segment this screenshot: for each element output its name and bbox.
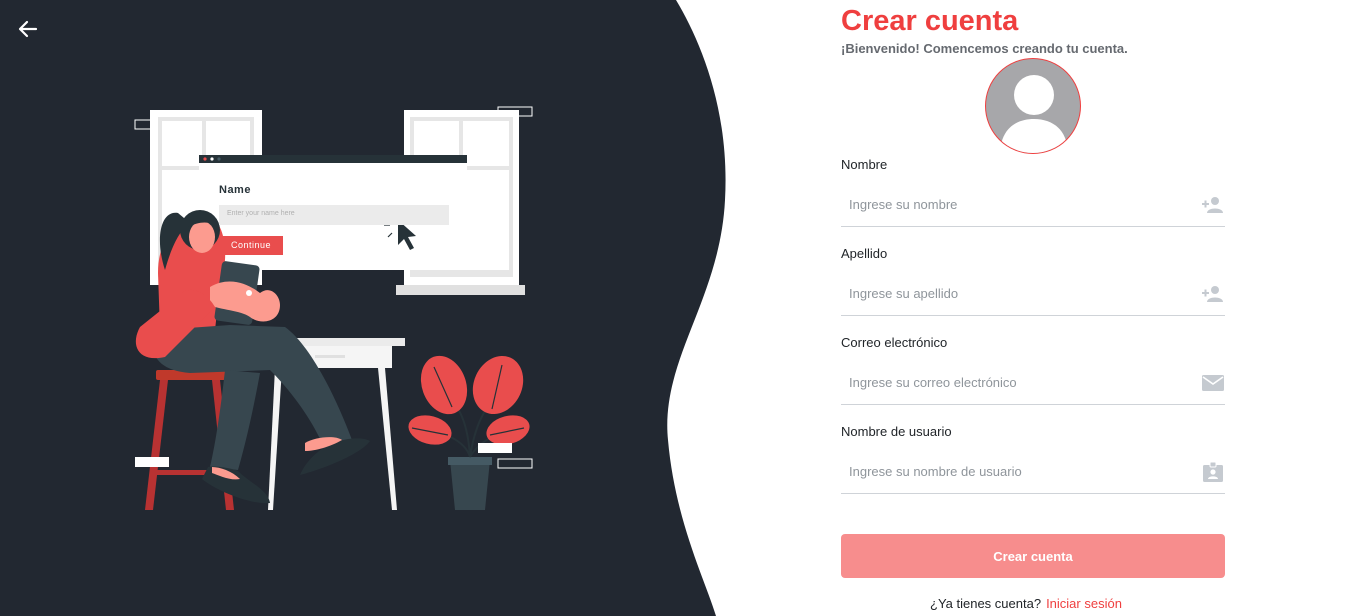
signup-illustration: Name Enter your name here Continue bbox=[120, 95, 540, 515]
back-button[interactable] bbox=[14, 15, 42, 43]
illustration-art bbox=[134, 106, 533, 510]
login-prompt-line: ¿Ya tienes cuenta? Iniciar sesión bbox=[930, 596, 1122, 611]
avatar-upload[interactable] bbox=[985, 58, 1081, 154]
nombre-label: Nombre bbox=[841, 157, 888, 172]
email-label: Correo electrónico bbox=[841, 335, 948, 350]
illustration-field-label: Name bbox=[219, 184, 251, 196]
username-label: Nombre de usuario bbox=[841, 424, 952, 439]
illustration-continue-button: Continue bbox=[219, 236, 283, 255]
email-field-group: Correo electrónico bbox=[841, 335, 1225, 405]
apellido-input[interactable] bbox=[841, 278, 1181, 308]
email-input-wrap bbox=[841, 367, 1225, 405]
username-field-group: Nombre de usuario bbox=[841, 424, 1225, 494]
apellido-field-group: Apellido bbox=[841, 246, 1225, 316]
login-link[interactable]: Iniciar sesión bbox=[1046, 596, 1122, 611]
arrow-left-icon bbox=[18, 20, 38, 38]
user-avatar-icon bbox=[1000, 75, 1068, 153]
person-add-icon bbox=[1202, 286, 1223, 302]
left-panel: Name Enter your name here Continue bbox=[0, 0, 740, 616]
nombre-input[interactable] bbox=[841, 189, 1181, 219]
page-title: Crear cuenta bbox=[841, 5, 1019, 37]
apellido-label: Apellido bbox=[841, 246, 888, 261]
mail-icon bbox=[1202, 375, 1224, 391]
page-subtitle: ¡Bienvenido! Comencemos creando tu cuent… bbox=[841, 41, 1128, 56]
username-input-wrap bbox=[841, 456, 1225, 494]
nombre-field-group: Nombre bbox=[841, 157, 1225, 227]
login-prompt-text: ¿Ya tienes cuenta? bbox=[930, 596, 1042, 611]
apellido-input-wrap bbox=[841, 278, 1225, 316]
person-add-icon bbox=[1202, 197, 1223, 213]
nombre-input-wrap bbox=[841, 189, 1225, 227]
username-input[interactable] bbox=[841, 456, 1181, 486]
illustration-field-input: Enter your name here bbox=[219, 205, 449, 225]
id-badge-icon bbox=[1203, 461, 1223, 482]
create-account-button[interactable]: Crear cuenta bbox=[841, 534, 1225, 578]
email-input[interactable] bbox=[841, 367, 1181, 397]
